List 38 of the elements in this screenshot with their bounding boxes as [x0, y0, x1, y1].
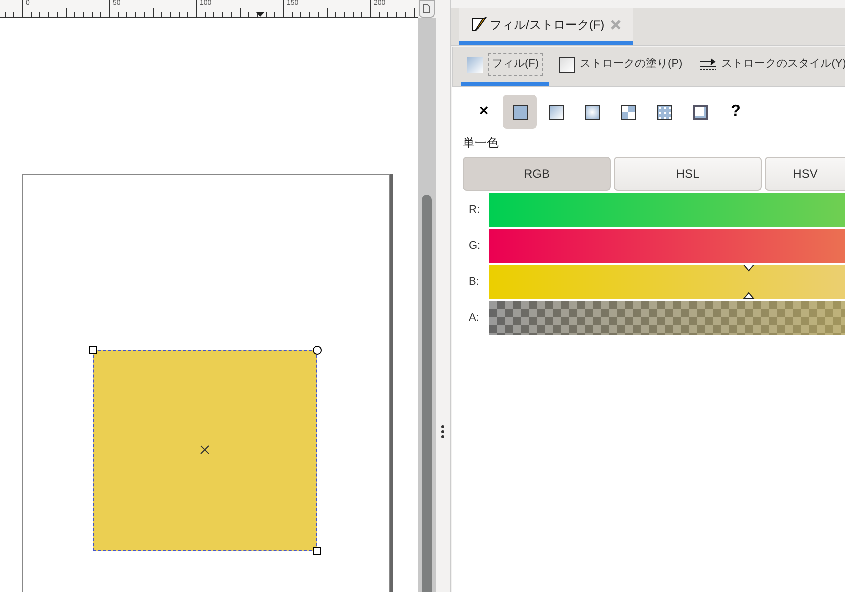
radial-gradient-icon	[584, 104, 600, 120]
scrollbar-thumb[interactable]	[422, 195, 432, 592]
unset-paint-button[interactable]: ?	[719, 95, 753, 129]
color-mode-tab[interactable]: RGB	[463, 157, 611, 191]
color-gradient-bar[interactable]	[489, 301, 845, 335]
paint-mode-button[interactable]	[503, 95, 537, 129]
position-marker-icon	[256, 12, 265, 17]
channel-label: R:	[468, 202, 481, 218]
center-x-icon	[200, 445, 210, 455]
stroke-style-icon	[698, 58, 717, 72]
color-mode-tab[interactable]: HSL	[614, 157, 762, 191]
drag-handle-icon[interactable]	[441, 425, 445, 439]
round-handle[interactable]	[313, 346, 322, 355]
resize-handle[interactable]	[89, 346, 97, 354]
dotted-pattern-icon	[656, 104, 672, 120]
color-gradient-bar[interactable]	[489, 193, 845, 227]
flat-color-icon	[512, 104, 528, 120]
channel-label: B:	[468, 274, 480, 290]
fill-swatch-icon	[467, 56, 483, 72]
paint-tab[interactable]: ストロークの塗り(P)	[553, 47, 689, 86]
slider-thumb[interactable]	[742, 265, 755, 299]
no-paint-button[interactable]: ×	[467, 95, 501, 129]
channel-label: A:	[468, 310, 480, 326]
paint-type-label: 単一色	[463, 135, 500, 152]
resize-handle[interactable]	[313, 547, 321, 555]
linear-gradient-icon	[548, 104, 564, 120]
page-icon	[423, 4, 431, 14]
zoom-corner-button[interactable]	[419, 0, 435, 18]
channel-slider[interactable]	[489, 265, 845, 299]
color-mode-tab[interactable]: HSV	[765, 157, 845, 191]
checker-grid-icon	[620, 104, 636, 120]
pen-icon	[471, 16, 487, 32]
stroke-swatch-icon	[559, 56, 576, 72]
square-frame-icon	[692, 104, 708, 120]
color-gradient-bar[interactable]	[489, 229, 845, 263]
dialog-tab[interactable]: フィル/ストローク(F)	[459, 8, 633, 45]
channel-label: G:	[468, 238, 482, 254]
dialog-tab-label: フィル/ストローク(F)	[490, 16, 605, 34]
